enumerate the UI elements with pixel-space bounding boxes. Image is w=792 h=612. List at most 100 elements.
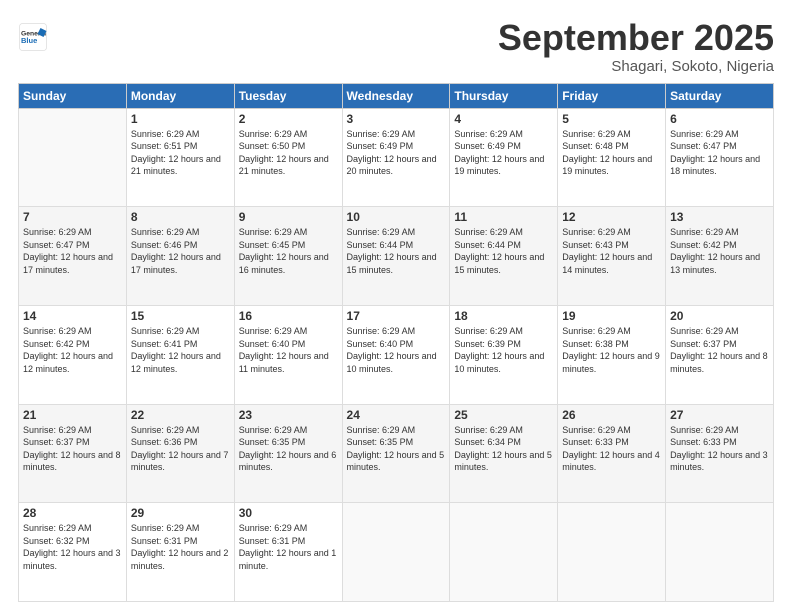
table-row: 10 Sunrise: 6:29 AM Sunset: 6:44 PM Dayli…: [342, 207, 450, 306]
day-info: Sunrise: 6:29 AM Sunset: 6:31 PM Dayligh…: [131, 522, 230, 572]
day-number: 14: [23, 309, 122, 323]
day-info: Sunrise: 6:29 AM Sunset: 6:37 PM Dayligh…: [670, 325, 769, 375]
day-info: Sunrise: 6:29 AM Sunset: 6:38 PM Dayligh…: [562, 325, 661, 375]
col-sunday: Sunday: [19, 83, 127, 108]
day-number: 23: [239, 408, 338, 422]
table-row: 26 Sunrise: 6:29 AM Sunset: 6:33 PM Dayli…: [558, 404, 666, 503]
calendar-week-row: 28 Sunrise: 6:29 AM Sunset: 6:32 PM Dayli…: [19, 503, 774, 602]
day-info: Sunrise: 6:29 AM Sunset: 6:48 PM Dayligh…: [562, 128, 661, 178]
col-thursday: Thursday: [450, 83, 558, 108]
day-number: 12: [562, 210, 661, 224]
month-title: September 2025: [498, 18, 774, 58]
day-info: Sunrise: 6:29 AM Sunset: 6:44 PM Dayligh…: [347, 226, 446, 276]
day-number: 3: [347, 112, 446, 126]
header: General Blue September 2025 Shagari, Sok…: [18, 18, 774, 75]
table-row: 14 Sunrise: 6:29 AM Sunset: 6:42 PM Dayli…: [19, 305, 127, 404]
table-row: [342, 503, 450, 602]
day-number: 28: [23, 506, 122, 520]
day-info: Sunrise: 6:29 AM Sunset: 6:46 PM Dayligh…: [131, 226, 230, 276]
day-number: 25: [454, 408, 553, 422]
day-info: Sunrise: 6:29 AM Sunset: 6:33 PM Dayligh…: [670, 424, 769, 474]
calendar-table: Sunday Monday Tuesday Wednesday Thursday…: [18, 83, 774, 602]
col-tuesday: Tuesday: [234, 83, 342, 108]
day-info: Sunrise: 6:29 AM Sunset: 6:49 PM Dayligh…: [454, 128, 553, 178]
day-number: 17: [347, 309, 446, 323]
day-number: 9: [239, 210, 338, 224]
calendar-header-row: Sunday Monday Tuesday Wednesday Thursday…: [19, 83, 774, 108]
day-info: Sunrise: 6:29 AM Sunset: 6:49 PM Dayligh…: [347, 128, 446, 178]
day-info: Sunrise: 6:29 AM Sunset: 6:40 PM Dayligh…: [347, 325, 446, 375]
day-info: Sunrise: 6:29 AM Sunset: 6:35 PM Dayligh…: [347, 424, 446, 474]
day-info: Sunrise: 6:29 AM Sunset: 6:32 PM Dayligh…: [23, 522, 122, 572]
table-row: 29 Sunrise: 6:29 AM Sunset: 6:31 PM Dayli…: [126, 503, 234, 602]
table-row: 18Sunrise: 6:29 AM Sunset: 6:39 PM Dayli…: [450, 305, 558, 404]
day-number: 19: [562, 309, 661, 323]
location-subtitle: Shagari, Sokoto, Nigeria: [498, 58, 774, 75]
day-info: Sunrise: 6:29 AM Sunset: 6:50 PM Dayligh…: [239, 128, 338, 178]
table-row: 23 Sunrise: 6:29 AM Sunset: 6:35 PM Dayli…: [234, 404, 342, 503]
day-info: Sunrise: 6:29 AM Sunset: 6:34 PM Dayligh…: [454, 424, 553, 474]
table-row: [450, 503, 558, 602]
day-info: Sunrise: 6:29 AM Sunset: 6:42 PM Dayligh…: [670, 226, 769, 276]
day-info: Sunrise: 6:29 AM Sunset: 6:45 PM Dayligh…: [239, 226, 338, 276]
svg-text:Blue: Blue: [21, 36, 37, 45]
day-number: 30: [239, 506, 338, 520]
day-info: Sunrise: 6:29 AM Sunset: 6:40 PM Dayligh…: [239, 325, 338, 375]
day-info: Sunrise: 6:29 AM Sunset: 6:35 PM Dayligh…: [239, 424, 338, 474]
col-monday: Monday: [126, 83, 234, 108]
table-row: 16Sunrise: 6:29 AM Sunset: 6:40 PM Dayli…: [234, 305, 342, 404]
table-row: [558, 503, 666, 602]
day-number: 29: [131, 506, 230, 520]
day-number: 7: [23, 210, 122, 224]
table-row: 17 Sunrise: 6:29 AM Sunset: 6:40 PM Dayli…: [342, 305, 450, 404]
table-row: 28 Sunrise: 6:29 AM Sunset: 6:32 PM Dayli…: [19, 503, 127, 602]
day-number: 24: [347, 408, 446, 422]
table-row: 15 Sunrise: 6:29 AM Sunset: 6:41 PM Dayli…: [126, 305, 234, 404]
table-row: 9 Sunrise: 6:29 AM Sunset: 6:45 PM Daylig…: [234, 207, 342, 306]
logo-icon: General Blue: [18, 22, 48, 52]
table-row: 21Sunrise: 6:29 AM Sunset: 6:37 PM Dayli…: [19, 404, 127, 503]
day-number: 5: [562, 112, 661, 126]
logo: General Blue: [18, 22, 48, 52]
day-number: 18: [454, 309, 553, 323]
calendar-week-row: 7 Sunrise: 6:29 AM Sunset: 6:47 PM Daylig…: [19, 207, 774, 306]
day-number: 13: [670, 210, 769, 224]
day-number: 20: [670, 309, 769, 323]
calendar-week-row: 14 Sunrise: 6:29 AM Sunset: 6:42 PM Dayli…: [19, 305, 774, 404]
table-row: 5 Sunrise: 6:29 AM Sunset: 6:48 PM Daylig…: [558, 108, 666, 207]
day-number: 1: [131, 112, 230, 126]
table-row: 22 Sunrise: 6:29 AM Sunset: 6:36 PM Dayli…: [126, 404, 234, 503]
table-row: 2Sunrise: 6:29 AM Sunset: 6:50 PM Daylig…: [234, 108, 342, 207]
day-info: Sunrise: 6:29 AM Sunset: 6:37 PM Dayligh…: [23, 424, 122, 474]
day-info: Sunrise: 6:29 AM Sunset: 6:42 PM Dayligh…: [23, 325, 122, 375]
day-number: 10: [347, 210, 446, 224]
table-row: 6 Sunrise: 6:29 AM Sunset: 6:47 PM Daylig…: [666, 108, 774, 207]
day-number: 15: [131, 309, 230, 323]
day-number: 22: [131, 408, 230, 422]
day-info: Sunrise: 6:29 AM Sunset: 6:51 PM Dayligh…: [131, 128, 230, 178]
calendar-week-row: 21Sunrise: 6:29 AM Sunset: 6:37 PM Dayli…: [19, 404, 774, 503]
table-row: 1 Sunrise: 6:29 AM Sunset: 6:51 PM Daylig…: [126, 108, 234, 207]
table-row: [19, 108, 127, 207]
col-friday: Friday: [558, 83, 666, 108]
table-row: 25 Sunrise: 6:29 AM Sunset: 6:34 PM Dayli…: [450, 404, 558, 503]
table-row: 20 Sunrise: 6:29 AM Sunset: 6:37 PM Dayli…: [666, 305, 774, 404]
table-row: 3 Sunrise: 6:29 AM Sunset: 6:49 PM Daylig…: [342, 108, 450, 207]
table-row: 12Sunrise: 6:29 AM Sunset: 6:43 PM Dayli…: [558, 207, 666, 306]
day-number: 6: [670, 112, 769, 126]
day-info: Sunrise: 6:29 AM Sunset: 6:41 PM Dayligh…: [131, 325, 230, 375]
day-info: Sunrise: 6:29 AM Sunset: 6:47 PM Dayligh…: [670, 128, 769, 178]
calendar-week-row: 1 Sunrise: 6:29 AM Sunset: 6:51 PM Daylig…: [19, 108, 774, 207]
page: General Blue September 2025 Shagari, Sok…: [0, 0, 792, 612]
day-info: Sunrise: 6:29 AM Sunset: 6:33 PM Dayligh…: [562, 424, 661, 474]
day-info: Sunrise: 6:29 AM Sunset: 6:36 PM Dayligh…: [131, 424, 230, 474]
table-row: 4Sunrise: 6:29 AM Sunset: 6:49 PM Daylig…: [450, 108, 558, 207]
day-info: Sunrise: 6:29 AM Sunset: 6:47 PM Dayligh…: [23, 226, 122, 276]
day-number: 26: [562, 408, 661, 422]
table-row: 27Sunrise: 6:29 AM Sunset: 6:33 PM Dayli…: [666, 404, 774, 503]
col-wednesday: Wednesday: [342, 83, 450, 108]
day-number: 8: [131, 210, 230, 224]
table-row: 13 Sunrise: 6:29 AM Sunset: 6:42 PM Dayli…: [666, 207, 774, 306]
table-row: 19 Sunrise: 6:29 AM Sunset: 6:38 PM Dayli…: [558, 305, 666, 404]
day-number: 11: [454, 210, 553, 224]
